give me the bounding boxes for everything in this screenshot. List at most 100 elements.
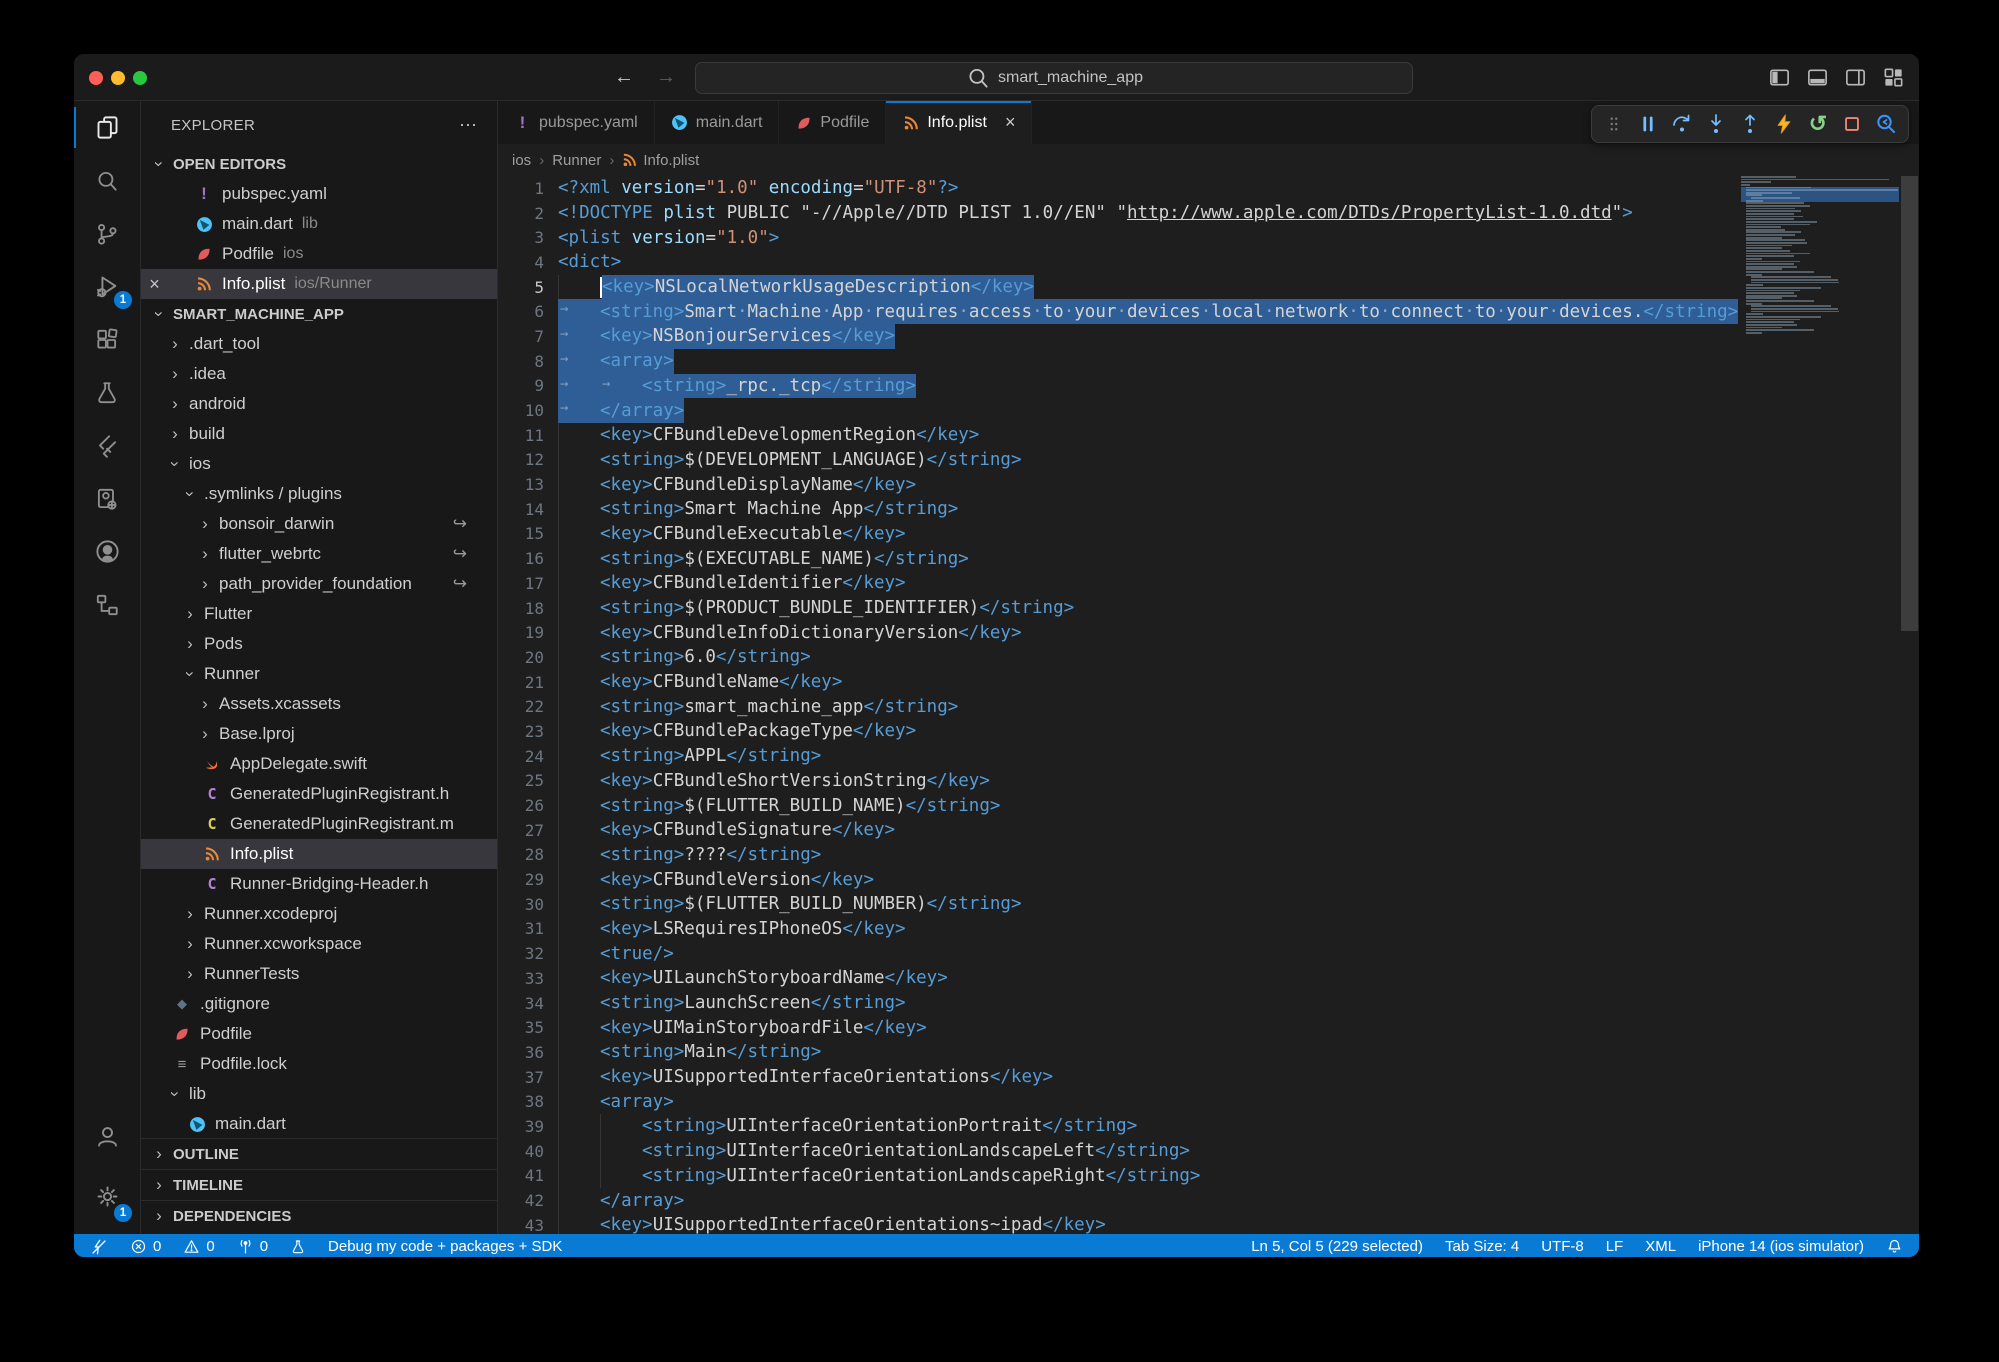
code-line-41[interactable]: 41<string>UIInterfaceOrientationLandscap… xyxy=(498,1164,1919,1189)
code-line-31[interactable]: 31<key>LSRequiresIPhoneOS</key> xyxy=(498,917,1919,942)
explorer-actions-button[interactable]: ⋯ xyxy=(459,115,479,136)
tab-main.dart[interactable]: main.dart xyxy=(655,101,780,144)
code-line-42[interactable]: 42</array> xyxy=(498,1188,1919,1213)
code-line-13[interactable]: 13<key>CFBundleDisplayName</key> xyxy=(498,472,1919,497)
tree-item-.dart_tool[interactable]: ›.dart_tool xyxy=(141,329,497,359)
tree-item-Pods[interactable]: ›Pods xyxy=(141,629,497,659)
code-line-4[interactable]: 4<dict> xyxy=(498,250,1919,275)
tree-item-flutter_webrtc[interactable]: ›flutter_webrtc↪ xyxy=(141,539,497,569)
code-line-19[interactable]: 19<key>CFBundleInfoDictionaryVersion</ke… xyxy=(498,620,1919,645)
status-utf-8[interactable]: UTF-8 xyxy=(1541,1234,1584,1258)
tree-item-.gitignore[interactable]: ◆.gitignore xyxy=(141,989,497,1019)
minimap[interactable] xyxy=(1741,176,1899,334)
code-line-35[interactable]: 35<key>UIMainStoryboardFile</key> xyxy=(498,1015,1919,1040)
close-window-button[interactable] xyxy=(89,71,103,85)
code-line-9[interactable]: 9→→<string>_rpc._tcp</string> xyxy=(498,374,1919,399)
tree-item-path_provider_foundation[interactable]: ›path_provider_foundation↪ xyxy=(141,569,497,599)
code-line-7[interactable]: 7→<key>NSBonjourServices</key> xyxy=(498,324,1919,349)
tree-item-Runner.xcworkspace[interactable]: ›Runner.xcworkspace xyxy=(141,929,497,959)
tree-item-build[interactable]: ›build xyxy=(141,419,497,449)
tab-Podfile[interactable]: Podfile xyxy=(779,101,886,144)
layout-sidebar-button[interactable] xyxy=(1767,66,1791,90)
section-timeline[interactable]: ›TIMELINE xyxy=(141,1169,497,1200)
layout-sidebar-right-button[interactable] xyxy=(1843,66,1867,90)
forward-button[interactable]: → xyxy=(656,66,676,89)
hot-reload-button[interactable] xyxy=(1770,110,1798,138)
code-line-1[interactable]: 1<?xml version="1.0" encoding="UTF-8"?> xyxy=(498,176,1919,201)
tree-item-Runner.xcodeproj[interactable]: ›Runner.xcodeproj xyxy=(141,899,497,929)
tree-item-main.dart[interactable]: main.dart xyxy=(141,1109,497,1139)
activity-github-button[interactable] xyxy=(74,525,140,578)
code-line-11[interactable]: 11<key>CFBundleDevelopmentRegion</key> xyxy=(498,423,1919,448)
tree-item-Flutter[interactable]: ›Flutter xyxy=(141,599,497,629)
activity-testing-button[interactable] xyxy=(74,366,140,419)
project-root-header[interactable]: › SMART_MACHINE_APP xyxy=(141,299,497,329)
code-line-2[interactable]: 2<!DOCTYPE plist PUBLIC "-//Apple//DTD P… xyxy=(498,201,1919,226)
tab-pubspec.yaml[interactable]: !pubspec.yaml xyxy=(498,101,655,144)
activity-settings-gear-button[interactable]: 1 xyxy=(74,1166,140,1226)
tree-item-Podfile[interactable]: Podfile xyxy=(141,1019,497,1049)
minimize-window-button[interactable] xyxy=(111,71,125,85)
tree-item-bonsoir_darwin[interactable]: ›bonsoir_darwin↪ xyxy=(141,509,497,539)
step-over-button[interactable] xyxy=(1668,110,1696,138)
breadcrumb-item-Info.plist[interactable]: Info.plist xyxy=(622,152,699,169)
code-line-36[interactable]: 36<string>Main</string> xyxy=(498,1040,1919,1065)
layout-panel-button[interactable] xyxy=(1805,66,1829,90)
section-dependencies[interactable]: ›DEPENDENCIES xyxy=(141,1200,497,1231)
open-editor-Podfile[interactable]: Podfileios xyxy=(141,239,497,269)
tree-item-RunnerTests[interactable]: ›RunnerTests xyxy=(141,959,497,989)
tree-item-android[interactable]: ›android xyxy=(141,389,497,419)
code-line-5[interactable]: 5<key>NSLocalNetworkUsageDescription</ke… xyxy=(498,275,1919,300)
code-line-40[interactable]: 40<string>UIInterfaceOrientationLandscap… xyxy=(498,1139,1919,1164)
code-line-27[interactable]: 27<key>CFBundleSignature</key> xyxy=(498,818,1919,843)
activity-flutter-button[interactable] xyxy=(74,419,140,472)
tab-Info.plist[interactable]: Info.plist× xyxy=(886,101,1032,144)
code-line-14[interactable]: 14<string>Smart Machine App</string> xyxy=(498,497,1919,522)
code-line-39[interactable]: 39<string>UIInterfaceOrientationPortrait… xyxy=(498,1114,1919,1139)
tree-item-GeneratedPluginRegistrant.m[interactable]: CGeneratedPluginRegistrant.m xyxy=(141,809,497,839)
tree-item-Runner[interactable]: ›Runner xyxy=(141,659,497,689)
status-warning[interactable]: 0 xyxy=(183,1234,214,1258)
breadcrumb-item-ios[interactable]: ios xyxy=(512,152,531,169)
activity-source-control-button[interactable] xyxy=(74,207,140,260)
tree-item-GeneratedPluginRegistrant.h[interactable]: CGeneratedPluginRegistrant.h xyxy=(141,779,497,809)
code-line-43[interactable]: 43<key>UISupportedInterfaceOrientations~… xyxy=(498,1213,1919,1234)
open-editor-pubspec.yaml[interactable]: !pubspec.yaml xyxy=(141,179,497,209)
code-line-17[interactable]: 17<key>CFBundleIdentifier</key> xyxy=(498,571,1919,596)
close-tab-icon[interactable]: × xyxy=(1005,112,1016,133)
scrollbar-thumb[interactable] xyxy=(1901,176,1918,631)
open-editors-header[interactable]: › OPEN EDITORS xyxy=(141,149,497,179)
open-editor-Info.plist[interactable]: ×Info.plistios/Runner xyxy=(141,269,497,299)
code-line-12[interactable]: 12<string>$(DEVELOPMENT_LANGUAGE)</strin… xyxy=(498,448,1919,473)
layout-customize-button[interactable] xyxy=(1881,66,1905,90)
code-line-23[interactable]: 23<key>CFBundlePackageType</key> xyxy=(498,719,1919,744)
back-button[interactable]: ← xyxy=(614,66,634,89)
code-line-6[interactable]: 6→<string>Smart·Machine·App·requires·acc… xyxy=(498,299,1919,324)
status-iphone-14-ios-simulator-[interactable]: iPhone 14 (ios simulator) xyxy=(1698,1234,1864,1258)
code-line-30[interactable]: 30<string>$(FLUTTER_BUILD_NUMBER)</strin… xyxy=(498,892,1919,917)
grip-button[interactable] xyxy=(1600,110,1628,138)
section-outline[interactable]: ›OUTLINE xyxy=(141,1138,497,1169)
restart-button[interactable]: ↺ xyxy=(1804,110,1832,138)
zoom-window-button[interactable] xyxy=(133,71,147,85)
status-beaker[interactable] xyxy=(290,1234,306,1258)
close-editor-icon[interactable]: × xyxy=(141,274,168,295)
status-tab-size-4[interactable]: Tab Size: 4 xyxy=(1445,1234,1519,1258)
status-broadcast[interactable]: 0 xyxy=(237,1234,268,1258)
tree-item-Assets.xcassets[interactable]: ›Assets.xcassets xyxy=(141,689,497,719)
code-editor[interactable]: 1<?xml version="1.0" encoding="UTF-8"?>2… xyxy=(498,176,1919,1234)
activity-account-button[interactable] xyxy=(74,1106,140,1166)
open-editor-main.dart[interactable]: main.dartlib xyxy=(141,209,497,239)
code-line-18[interactable]: 18<string>$(PRODUCT_BUNDLE_IDENTIFIER)</… xyxy=(498,596,1919,621)
activity-run-debug-button[interactable]: 1 xyxy=(74,260,140,313)
stop-button[interactable] xyxy=(1838,110,1866,138)
step-out-button[interactable] xyxy=(1736,110,1764,138)
tree-item-Runner-Bridging-Header.h[interactable]: CRunner-Bridging-Header.h xyxy=(141,869,497,899)
tree-item-AppDelegate.swift[interactable]: AppDelegate.swift xyxy=(141,749,497,779)
command-center-search[interactable]: smart_machine_app xyxy=(695,62,1413,94)
code-line-24[interactable]: 24<string>APPL</string> xyxy=(498,744,1919,769)
code-line-25[interactable]: 25<key>CFBundleShortVersionString</key> xyxy=(498,769,1919,794)
tree-item-Base.lproj[interactable]: ›Base.lproj xyxy=(141,719,497,749)
status-xml[interactable]: XML xyxy=(1645,1234,1676,1258)
status-bell[interactable] xyxy=(1886,1234,1903,1258)
